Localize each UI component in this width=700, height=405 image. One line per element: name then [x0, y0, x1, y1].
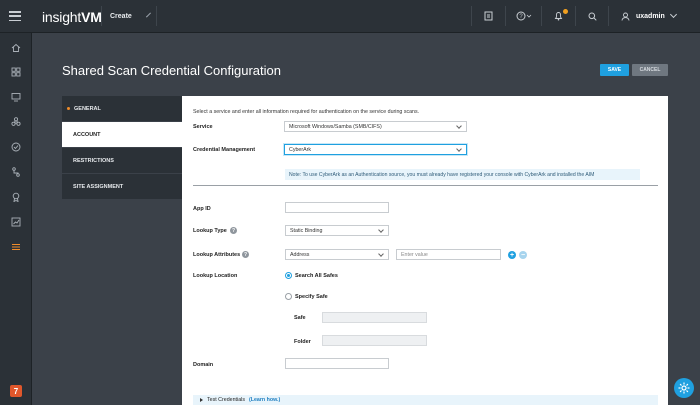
tab-label: RESTRICTIONS — [73, 157, 114, 164]
user-icon — [621, 12, 630, 21]
test-credentials-toggle[interactable]: Test Credentials (Learn how.) — [193, 395, 658, 405]
specify-safe-radio[interactable]: Specify Safe — [285, 293, 328, 300]
logo-text-light: insight — [42, 9, 82, 25]
add-attribute-icon[interactable]: + — [508, 251, 516, 259]
chart-icon[interactable] — [9, 215, 23, 229]
cyberark-note: Note: To use CyberArk as an Authenticati… — [285, 169, 640, 180]
safe-input — [322, 312, 427, 323]
lookup-type-label: Lookup Type — [193, 228, 227, 234]
account-panel: Select a service and enter all informati… — [182, 96, 668, 405]
incomplete-dot-icon — [67, 107, 70, 110]
folder-label: Folder — [294, 339, 311, 345]
lookup-attributes-help-icon[interactable]: ? — [242, 251, 249, 258]
domain-label: Domain — [193, 362, 214, 368]
service-label: Service — [193, 124, 213, 130]
save-button[interactable]: SAVE — [600, 64, 629, 76]
search-all-safes-radio[interactable]: Search All Safes — [285, 272, 338, 279]
help-menu-button[interactable]: ? — [505, 6, 541, 26]
create-menu-button[interactable]: Create — [101, 6, 157, 26]
app-id-input[interactable] — [285, 202, 389, 213]
tab-label: SITE ASSIGNMENT — [73, 183, 124, 190]
home-icon[interactable] — [9, 41, 23, 55]
chevron-down-icon — [456, 146, 462, 152]
search-icon — [588, 12, 597, 21]
top-bar: insightVM Create ? uxadmin — [0, 0, 700, 33]
remove-attribute-icon[interactable]: − — [519, 251, 527, 259]
tab-general[interactable]: GENERAL — [62, 96, 182, 122]
lookup-attribute-value-input[interactable]: Enter value — [396, 249, 501, 260]
dashboard-icon[interactable] — [9, 65, 23, 79]
notifications-button[interactable] — [541, 6, 575, 26]
tab-label: ACCOUNT — [73, 131, 101, 138]
notification-badge — [563, 9, 568, 14]
workflow-icon[interactable] — [9, 165, 23, 179]
expand-triangle-icon — [200, 398, 203, 402]
username: uxadmin — [636, 12, 665, 20]
app-logo[interactable]: insightVM — [42, 9, 102, 25]
service-value: Microsoft Windows/Samba (SMB/CIFS) — [289, 123, 382, 130]
tab-label: GENERAL — [74, 105, 101, 112]
radio-selected-icon — [285, 272, 292, 279]
credential-management-select[interactable]: CyberArk — [284, 144, 467, 155]
app-id-label: App ID — [193, 206, 211, 212]
search-all-safes-label: Search All Safes — [295, 272, 338, 279]
lookup-type-help-icon[interactable]: ? — [230, 227, 237, 234]
lookup-type-select[interactable]: Static Binding — [285, 225, 389, 236]
specify-safe-label: Specify Safe — [295, 293, 328, 300]
chevron-down-icon — [145, 12, 151, 17]
hamburger-menu-icon[interactable] — [9, 11, 21, 21]
tab-site-assignment[interactable]: SITE ASSIGNMENT — [62, 174, 182, 200]
list-icon[interactable] — [9, 240, 23, 254]
domain-input[interactable] — [285, 358, 389, 369]
tab-restrictions[interactable]: RESTRICTIONS — [62, 148, 182, 174]
monitor-icon[interactable] — [9, 90, 23, 104]
lookup-attribute-value: Address — [290, 251, 310, 258]
credential-management-value: CyberArk — [289, 146, 312, 153]
safe-label: Safe — [294, 315, 306, 321]
biohazard-icon[interactable] — [9, 115, 23, 129]
left-navigation: 7 — [0, 33, 32, 405]
chevron-down-icon — [456, 123, 462, 129]
lookup-attribute-select[interactable]: Address — [285, 249, 389, 260]
clipboard-icon-button[interactable] — [471, 6, 505, 26]
clipboard-icon — [484, 11, 493, 21]
award-icon[interactable] — [9, 190, 23, 204]
page-title: Shared Scan Credential Configuration — [62, 63, 281, 78]
create-label: Create — [110, 12, 132, 20]
learn-how-link[interactable]: (Learn how.) — [249, 397, 280, 403]
service-select[interactable]: Microsoft Windows/Samba (SMB/CIFS) — [284, 121, 467, 132]
tab-account[interactable]: ACCOUNT — [62, 122, 182, 148]
bell-icon — [554, 12, 563, 21]
check-circle-icon[interactable] — [9, 140, 23, 154]
user-menu[interactable]: uxadmin — [608, 6, 700, 26]
config-tabs: GENERAL ACCOUNT RESTRICTIONS SITE ASSIGN… — [62, 96, 182, 200]
help-widget-button[interactable] — [674, 378, 694, 398]
search-button[interactable] — [575, 6, 609, 26]
test-credentials-label: Test Credentials — [207, 397, 245, 403]
chevron-down-icon — [378, 251, 384, 257]
chevron-down-icon — [378, 227, 384, 233]
cancel-button[interactable]: CANCEL — [632, 64, 668, 76]
help-icon: ? — [516, 11, 531, 21]
folder-input — [322, 335, 427, 346]
radio-unselected-icon — [285, 293, 292, 300]
credential-management-label: Credential Management — [193, 147, 256, 153]
lookup-attributes-label: Lookup Attributes — [193, 252, 241, 258]
intro-text: Select a service and enter all informati… — [193, 109, 420, 115]
section-divider — [193, 185, 658, 186]
rapid7-logo-icon: 7 — [10, 385, 22, 397]
gear-icon — [678, 382, 690, 394]
lookup-location-label: Lookup Location — [193, 273, 238, 279]
chevron-down-icon — [669, 10, 677, 19]
lookup-type-value: Static Binding — [290, 227, 323, 234]
logo-text-bold: VM — [81, 9, 102, 25]
